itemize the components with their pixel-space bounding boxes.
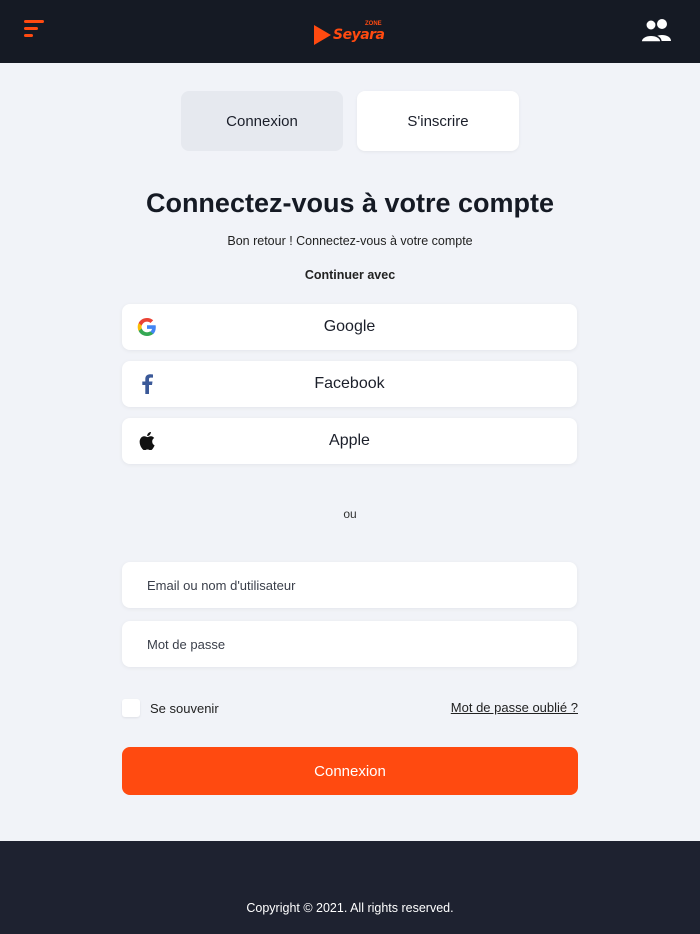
login-button[interactable]: Connexion bbox=[122, 747, 578, 795]
forgot-password-link[interactable]: Mot de passe oublié ? bbox=[451, 700, 578, 715]
google-login-button[interactable]: Google bbox=[122, 304, 577, 350]
page-title: Connectez-vous à votre compte bbox=[145, 188, 555, 218]
logo-badge: ZONE bbox=[365, 21, 382, 27]
auth-tabs: Connexion S'inscrire bbox=[181, 91, 519, 151]
tab-connexion[interactable]: Connexion bbox=[181, 91, 343, 151]
page-subtitle: Bon retour ! Connectez-vous à votre comp… bbox=[227, 234, 473, 248]
or-separator: ou bbox=[343, 507, 357, 521]
footer: Copyright © 2021. All rights reserved. bbox=[0, 841, 700, 934]
continue-with-label: Continuer avec bbox=[304, 268, 396, 282]
facebook-label: Facebook bbox=[314, 375, 385, 392]
google-label: Google bbox=[323, 318, 376, 335]
remember-me[interactable]: Se souvenir bbox=[122, 698, 219, 718]
top-navbar: Seyara ZONE bbox=[0, 0, 700, 63]
logo-text: Seyara bbox=[333, 27, 385, 43]
apple-login-button[interactable]: Apple bbox=[122, 418, 577, 464]
apple-label: Apple bbox=[329, 432, 370, 449]
hamburger-menu-icon[interactable] bbox=[24, 20, 46, 38]
users-icon[interactable] bbox=[640, 18, 674, 43]
remember-checkbox[interactable] bbox=[122, 699, 140, 717]
email-field[interactable] bbox=[122, 562, 577, 608]
logo[interactable]: Seyara ZONE bbox=[314, 21, 388, 48]
facebook-login-button[interactable]: Facebook bbox=[122, 361, 577, 407]
tab-sinscrire[interactable]: S'inscrire bbox=[357, 91, 519, 151]
remember-label: Se souvenir bbox=[150, 700, 219, 716]
copyright-text: Copyright © 2021. All rights reserved. bbox=[246, 901, 454, 915]
play-logo-icon bbox=[314, 25, 331, 45]
password-field[interactable] bbox=[122, 621, 577, 667]
